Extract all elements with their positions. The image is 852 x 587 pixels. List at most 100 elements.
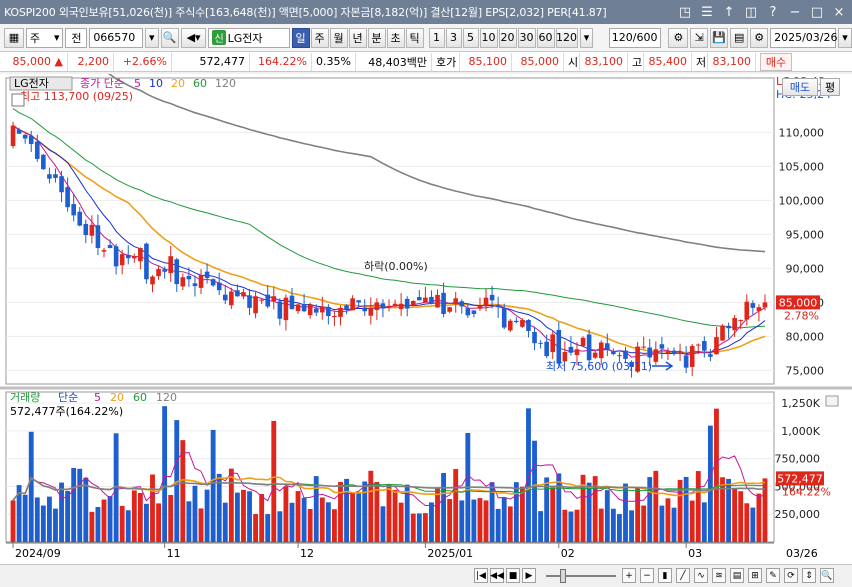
- restore-icon[interactable]: ◳: [676, 3, 694, 21]
- chart-area[interactable]: 110,000105,000100,00095,00090,00085,0008…: [0, 2, 852, 564]
- sound-icon[interactable]: ◀▾: [180, 27, 207, 48]
- period-button[interactable]: 월: [329, 27, 348, 48]
- bid-price: 85,100: [460, 52, 512, 71]
- minimize-icon[interactable]: −: [786, 3, 804, 21]
- period-button[interactable]: 주: [310, 27, 329, 48]
- pin-icon[interactable]: ⇲: [690, 27, 709, 48]
- draw-icon[interactable]: ✎: [766, 568, 780, 583]
- volume-ma-label: 단순: [58, 391, 78, 404]
- buy-button[interactable]: 매수: [760, 52, 792, 71]
- stock-code-input[interactable]: 066570: [89, 27, 143, 48]
- volume-tick-label: 750,000: [775, 453, 821, 466]
- indicator-icon[interactable]: ∿: [694, 568, 708, 583]
- candle-body: [229, 291, 234, 306]
- volume-bar: [289, 502, 295, 542]
- market-select[interactable]: 주 ▾: [25, 27, 64, 48]
- interval-button[interactable]: 10: [479, 27, 498, 48]
- period-button[interactable]: 분: [367, 27, 386, 48]
- volume-bar: [689, 500, 695, 542]
- line-icon[interactable]: ╱: [676, 568, 690, 583]
- volume-bar: [53, 508, 58, 542]
- volume-bar: [65, 490, 71, 542]
- date-tick-label: 02: [561, 547, 575, 560]
- price-tick-label: 110,000: [779, 126, 825, 139]
- toolbar: ▦ 주 ▾ 전 066570 ▾ 🔍 ◀▾ 신 LG전자 일주월년분초틱 1 3 5 10…: [0, 24, 852, 52]
- candle-body: [514, 320, 519, 323]
- candle-body: [520, 320, 525, 327]
- zoom-slider[interactable]: [546, 575, 616, 577]
- date-tick-label: 2024/09: [15, 547, 61, 560]
- scroll-right-button[interactable]: ▶: [522, 568, 536, 583]
- interval-button[interactable]: 3: [445, 27, 462, 48]
- period-button[interactable]: 년: [348, 27, 367, 48]
- candle-body: [326, 306, 331, 316]
- split-icon[interactable]: ◫: [742, 3, 760, 21]
- calendar-icon[interactable]: ▾: [838, 27, 852, 48]
- save-icon[interactable]: 💾: [710, 27, 729, 48]
- candle-body: [598, 342, 604, 359]
- volume-bar: [416, 513, 422, 542]
- candle-body: [447, 307, 452, 312]
- fit-icon[interactable]: ⇕: [802, 568, 816, 583]
- volume-bar: [338, 481, 343, 542]
- chart-settings-icon[interactable]: ⚙: [668, 27, 689, 48]
- period-button[interactable]: 일: [291, 27, 310, 48]
- maximize-icon[interactable]: □: [808, 3, 826, 21]
- compare-icon[interactable]: ≋: [712, 568, 726, 583]
- date-input[interactable]: 2025/03/26: [770, 27, 837, 48]
- interval-dropdown-button[interactable]: ▾: [579, 27, 594, 48]
- scroll-left-button[interactable]: ◀◀: [490, 568, 504, 583]
- chart-type-icon[interactable]: ▤: [730, 568, 744, 583]
- period-button[interactable]: 틱: [405, 27, 424, 48]
- help-icon[interactable]: ?: [764, 3, 782, 21]
- candle-body: [641, 346, 646, 348]
- toolbar-tile-icon[interactable]: ▦: [4, 27, 24, 48]
- volume-bar: [168, 494, 174, 542]
- zoom-icon[interactable]: 🔍: [820, 568, 834, 583]
- interval-button[interactable]: 30: [517, 27, 536, 48]
- candle-body: [119, 254, 125, 266]
- volume-bar: [10, 500, 16, 542]
- code-dropdown-button[interactable]: ▾: [144, 27, 159, 48]
- interval-button[interactable]: 60: [536, 27, 555, 48]
- search-icon[interactable]: 🔍: [160, 27, 179, 48]
- volume-bar: [495, 508, 501, 542]
- interval-button[interactable]: 120: [555, 27, 578, 48]
- interval-button[interactable]: 1: [428, 27, 445, 48]
- candle-body: [495, 305, 501, 308]
- volume-pct-tag: 164.22%: [782, 485, 831, 498]
- volume-bar: [695, 471, 701, 542]
- zoom-out-icon[interactable]: −: [640, 568, 654, 583]
- volume-bar: [641, 505, 647, 542]
- eval-button[interactable]: 평: [820, 78, 840, 96]
- candle-icon[interactable]: ▮: [658, 568, 672, 583]
- refresh-icon[interactable]: ⟳: [784, 568, 798, 583]
- grid-icon[interactable]: ▤: [730, 27, 749, 48]
- period-button[interactable]: 초: [386, 27, 405, 48]
- count-input[interactable]: 120/600: [609, 27, 662, 48]
- gear-icon[interactable]: ⚙: [750, 27, 769, 48]
- volume-bar: [435, 487, 440, 542]
- price-tick-label: 75,000: [786, 364, 825, 377]
- volume-bar: [368, 470, 374, 542]
- stock-name-box[interactable]: 신 LG전자: [208, 27, 290, 48]
- menu-icon[interactable]: ☰: [698, 3, 716, 21]
- price-volume-chart[interactable]: 110,000105,000100,00095,00090,00085,0008…: [0, 2, 852, 564]
- volume-bar: [586, 482, 592, 542]
- sell-button[interactable]: 매도: [782, 78, 818, 96]
- pin-icon[interactable]: ↑: [720, 3, 738, 21]
- volume-bar: [568, 511, 574, 542]
- close-icon[interactable]: ×: [830, 3, 848, 21]
- volume-bar: [119, 505, 125, 542]
- volume-bar: [707, 425, 713, 542]
- ruler-icon[interactable]: ⊞: [748, 568, 762, 583]
- candle-body: [162, 269, 167, 272]
- zoom-slider-thumb[interactable]: [560, 569, 566, 583]
- interval-button[interactable]: 5: [462, 27, 479, 48]
- scroll-stop-button[interactable]: ■: [506, 568, 520, 583]
- scroll-first-button[interactable]: |◀: [474, 568, 488, 583]
- zoom-in-icon[interactable]: +: [622, 568, 636, 583]
- prev-toggle[interactable]: 전: [65, 27, 88, 48]
- interval-button[interactable]: 20: [498, 27, 517, 48]
- volume-bar: [429, 502, 434, 542]
